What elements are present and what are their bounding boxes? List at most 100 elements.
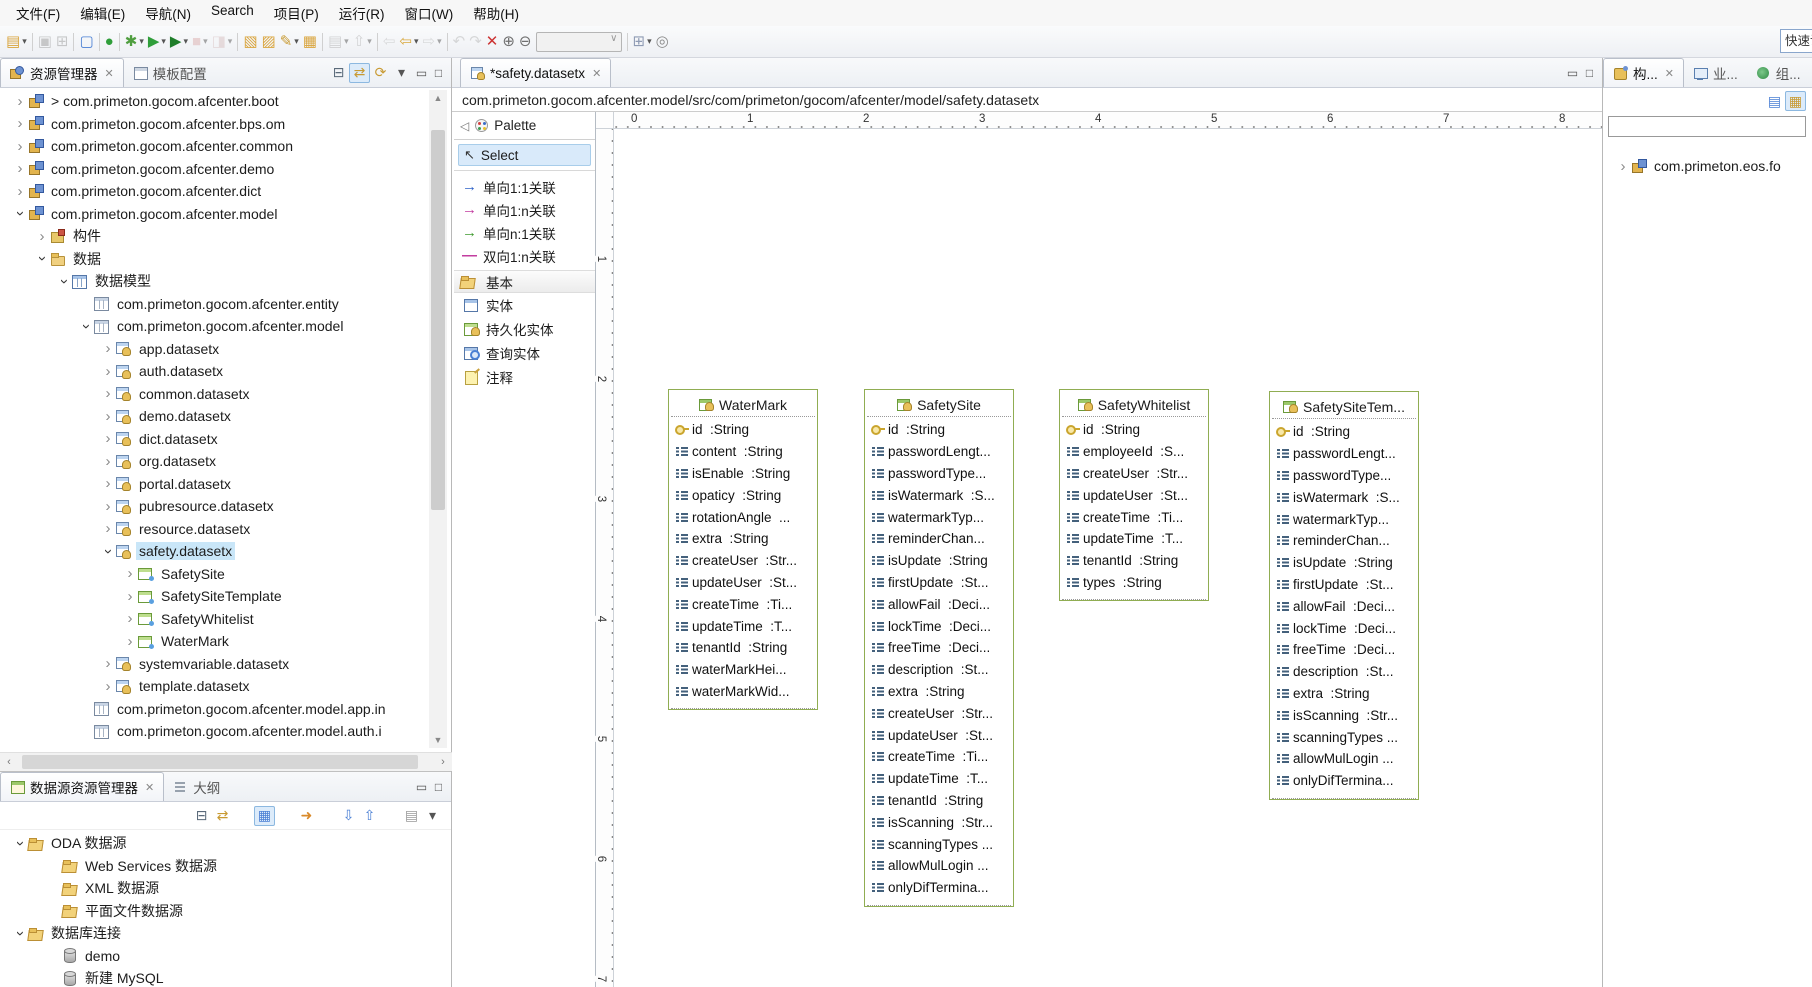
scroll-up-icon[interactable]: ▲ — [429, 90, 447, 106]
entity-field[interactable]: tenantId :String — [1064, 550, 1204, 572]
toolbar-icon[interactable]: ▾ — [29, 30, 36, 54]
entity-field[interactable]: rotationAngle ... — [673, 506, 813, 528]
toolbar-icon[interactable]: ↶ ▾ — [451, 30, 468, 54]
expand-arrow-icon[interactable] — [12, 184, 28, 199]
toolbar-icon[interactable]: ▾ — [374, 30, 381, 54]
entity-field[interactable]: passwordType... — [869, 463, 1009, 485]
expand-arrow-icon[interactable] — [100, 679, 116, 694]
tree-item[interactable]: XML 数据源 — [0, 877, 451, 900]
tree-item[interactable]: 数据 — [0, 248, 426, 271]
view-toolbar-icon[interactable]: ⟳ — [370, 63, 391, 83]
toolbar-icon[interactable]: ▾ — [319, 30, 326, 54]
toolbar-icon[interactable]: ⊞ ▾ — [631, 30, 654, 54]
expand-arrow-icon[interactable] — [56, 274, 72, 289]
expand-arrow-icon[interactable] — [78, 319, 94, 334]
palette-relation-tool[interactable]: → 单向1:1关联 — [454, 175, 595, 198]
tree-item[interactable]: 新建 MySQL — [0, 967, 451, 987]
entity-field[interactable]: allowMulLogin ... — [869, 855, 1009, 877]
menu-item[interactable]: 项目(P) — [264, 0, 329, 26]
toolbar-icon[interactable]: ■ ▾ — [190, 30, 210, 54]
menu-item[interactable]: 窗口(W) — [395, 0, 464, 26]
entity-field[interactable]: description :St... — [1274, 661, 1414, 683]
entity-field[interactable]: id :String — [1274, 421, 1414, 443]
entity-field[interactable]: lockTime :Deci... — [1274, 617, 1414, 639]
dropdown-arrow-icon[interactable]: ▾ — [647, 36, 652, 47]
entity-field[interactable]: allowFail :Deci... — [869, 593, 1009, 615]
entity-field[interactable]: allowFail :Deci... — [1274, 595, 1414, 617]
expand-arrow-icon[interactable] — [100, 454, 116, 469]
menu-item[interactable]: 帮助(H) — [463, 0, 529, 26]
quick-access-box[interactable]: 快速访问 — [1780, 29, 1812, 53]
palette-tool[interactable]: 持久化实体 — [454, 317, 595, 341]
entity-field[interactable]: extra :String — [869, 681, 1009, 703]
dropdown-arrow-icon[interactable]: ▾ — [22, 36, 27, 47]
toolbar-icon[interactable]: ▤ ▾ — [326, 30, 351, 54]
entity-field[interactable]: freeTime :Deci... — [1274, 639, 1414, 661]
toolbar-icon[interactable]: ▢ ▾ — [77, 30, 95, 54]
entity-field[interactable]: id :String — [673, 419, 813, 441]
palette-relation-tool[interactable]: → 单向n:1关联 — [454, 221, 595, 244]
toolbar-icon[interactable]: ▦ ▾ — [301, 30, 319, 54]
tree-item[interactable]: portal.datasetx — [0, 473, 426, 496]
expand-arrow-icon[interactable] — [122, 589, 138, 604]
select-tool[interactable]: ↖ Select — [458, 144, 591, 166]
right-panel-tab[interactable]: 组... ✕ — [1747, 58, 1810, 87]
view-toolbar-icon[interactable]: ⊟ — [328, 63, 349, 83]
entity-field[interactable]: isEnable :String — [673, 463, 813, 485]
entity-field[interactable]: passwordLengt... — [1274, 443, 1414, 465]
toolbar-icon[interactable]: ⊕ ▾ — [500, 30, 517, 54]
toolbar-icon[interactable]: ✱ ▾ — [123, 30, 146, 54]
toolbar-icon[interactable]: ▾ — [70, 30, 77, 54]
expand-arrow-icon[interactable] — [100, 544, 116, 559]
entity-field[interactable]: onlyDifTermina... — [869, 877, 1009, 899]
window-button[interactable]: □ — [430, 64, 447, 82]
toolbar-icon[interactable]: ⇨ ▾ — [421, 30, 444, 54]
entity-field[interactable]: isUpdate :String — [1274, 552, 1414, 574]
toolbar-icon[interactable]: ▾ — [624, 30, 631, 54]
tree-item[interactable]: systemvariable.datasetx — [0, 653, 426, 676]
palette-header[interactable]: ◁ Palette — [454, 112, 595, 140]
dropdown-arrow-icon[interactable]: ▾ — [139, 36, 144, 47]
entity-field[interactable]: extra :String — [673, 528, 813, 550]
tree-item[interactable]: demo — [0, 945, 451, 968]
tab-datasource-explorer[interactable]: 数据源资源管理器 ✕ — [0, 772, 164, 801]
tree-item[interactable]: auth.datasetx — [0, 360, 426, 383]
explorer-vertical-scrollbar[interactable]: ▲ ▼ — [429, 90, 447, 748]
entity-field[interactable]: createUser :Str... — [1064, 463, 1204, 485]
entity-field[interactable]: watermarkTyp... — [1274, 508, 1414, 530]
view-toolbar-icon[interactable]: ▦ — [1785, 91, 1806, 111]
expand-arrow-icon[interactable] — [12, 116, 28, 131]
entity-field[interactable]: content :String — [673, 441, 813, 463]
toolbar-icon[interactable]: ▧ ▾ — [241, 30, 259, 54]
breadcrumb[interactable]: com.primeton.gocom.afcenter.model/src/co… — [452, 90, 1602, 112]
toolbar-icon[interactable]: ✎ ▾ — [278, 30, 301, 54]
tab-outline[interactable]: 大纲 — [164, 772, 229, 801]
expand-arrow-icon[interactable] — [12, 206, 28, 221]
toolbar-icon[interactable]: ● ▾ — [103, 30, 116, 54]
toolbar-icon[interactable]: ⊖ ▾ — [517, 30, 534, 54]
tree-item[interactable]: 构件 — [0, 225, 426, 248]
expand-arrow-icon[interactable] — [100, 409, 116, 424]
view-toolbar-icon[interactable]: ▤ — [1764, 91, 1785, 111]
entity-header[interactable]: SafetySite — [867, 393, 1011, 417]
view-toolbar-icon[interactable]: ⇩ — [338, 806, 359, 826]
menu-item[interactable]: 运行(R) — [329, 0, 395, 26]
toolbar-icon[interactable]: ▾ — [116, 30, 123, 54]
scrollbar-thumb[interactable] — [431, 130, 445, 510]
expand-arrow-icon[interactable] — [100, 431, 116, 446]
entity-field[interactable]: scanningTypes ... — [869, 833, 1009, 855]
entity-field[interactable]: isWatermark :S... — [1274, 486, 1414, 508]
tree-item[interactable]: common.datasetx — [0, 383, 426, 406]
expand-arrow-icon[interactable] — [122, 566, 138, 581]
expand-arrow-icon[interactable] — [12, 94, 28, 109]
tree-item[interactable]: com.primeton.eos.fo — [1603, 155, 1812, 178]
entity-field[interactable]: onlyDifTermina... — [1274, 770, 1414, 792]
toolbar-icon[interactable]: ▾ — [234, 30, 241, 54]
filter-input[interactable] — [1608, 116, 1806, 137]
entity-field[interactable]: isScanning :Str... — [869, 811, 1009, 833]
tree-item[interactable]: com.primeton.gocom.afcenter.entity — [0, 293, 426, 316]
palette-section-basic[interactable]: 基本 — [454, 270, 595, 293]
view-toolbar-icon[interactable]: ⊟ — [191, 806, 212, 826]
tree-item[interactable]: SafetyWhitelist — [0, 608, 426, 631]
expand-arrow-icon[interactable] — [34, 251, 50, 266]
